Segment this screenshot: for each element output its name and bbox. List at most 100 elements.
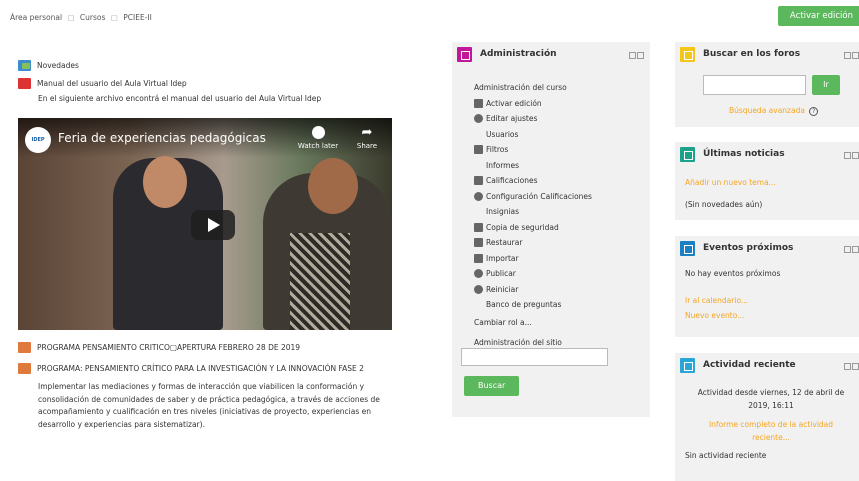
admin-item-settings[interactable]: Editar ajustes bbox=[474, 111, 592, 127]
collapse-icon[interactable] bbox=[852, 152, 859, 159]
admin-item-switch-role[interactable]: Cambiar rol a... bbox=[474, 313, 592, 333]
full-report-link[interactable]: Informe completo de la actividad recient… bbox=[695, 418, 847, 444]
admin-item-label: Importar bbox=[486, 253, 519, 263]
activity-since-text: Actividad desde viernes, 12 de abril de … bbox=[697, 388, 845, 410]
video-title[interactable]: Feria de experiencias pedagógicas bbox=[58, 131, 266, 145]
program-label-2: PROGRAMA: PENSAMIENTO CRÍTICO PARA LA IN… bbox=[37, 363, 364, 373]
administration-block: Administración Administración del curso … bbox=[452, 42, 650, 417]
forum-search-go-button[interactable]: Ir bbox=[812, 75, 840, 95]
pencil-icon bbox=[474, 98, 483, 108]
new-event-link[interactable]: Nuevo evento... bbox=[685, 311, 744, 320]
admin-item-users[interactable]: Usuarios bbox=[474, 127, 592, 143]
manual-link[interactable]: Manual del usuario del Aula Virtual Idep bbox=[18, 76, 398, 90]
dock-icon[interactable] bbox=[844, 246, 851, 253]
program-link-1[interactable]: PROGRAMA PENSAMIENTO CRITICO▢APERTURA FE… bbox=[18, 340, 398, 354]
admin-item-label: Configuración Calificaciones bbox=[486, 191, 592, 201]
gear-icon bbox=[474, 114, 483, 124]
share-icon: ➦ bbox=[361, 125, 373, 140]
admin-item-publish[interactable]: Publicar bbox=[474, 266, 592, 282]
admin-search-input[interactable] bbox=[461, 348, 608, 366]
advanced-search-label: Búsqueda avanzada bbox=[729, 106, 805, 115]
breadcrumb-courses[interactable]: Cursos bbox=[80, 13, 105, 22]
upcoming-events-block: Eventos próximos No hay eventos próximos… bbox=[675, 236, 859, 337]
breadcrumb-course[interactable]: PCIEE-II bbox=[123, 13, 152, 22]
admin-item-backup[interactable]: Copia de seguridad bbox=[474, 220, 592, 236]
breadcrumb-home[interactable]: Área personal bbox=[10, 13, 62, 22]
breadcrumb: Área personal ▢ Cursos ▢ PCIEE-II bbox=[10, 13, 155, 22]
block-header: Actividad reciente bbox=[675, 353, 859, 379]
admin-item-label: Copia de seguridad bbox=[486, 222, 559, 232]
admin-item-filters[interactable]: Filtros bbox=[474, 142, 592, 158]
block-controls[interactable] bbox=[843, 246, 859, 253]
admin-search-button[interactable]: Buscar bbox=[464, 376, 520, 396]
dock-icon[interactable] bbox=[629, 52, 636, 59]
no-news-text: (Sin novedades aún) bbox=[685, 200, 763, 209]
collapse-icon[interactable] bbox=[852, 246, 859, 253]
block-icon bbox=[680, 358, 695, 373]
manual-description: En el siguiente archivo encontrá el manu… bbox=[38, 94, 322, 103]
forum-search-input[interactable] bbox=[703, 75, 806, 95]
calendar-link[interactable]: Ir al calendario... bbox=[685, 296, 748, 305]
play-icon[interactable] bbox=[191, 210, 235, 240]
help-icon[interactable]: ? bbox=[809, 107, 819, 116]
share-button[interactable]: ➦ Share bbox=[352, 126, 382, 150]
block-icon bbox=[680, 241, 695, 256]
upload-icon bbox=[474, 222, 483, 232]
channel-logo[interactable]: IDEP bbox=[25, 127, 51, 153]
advanced-search-link[interactable]: Búsqueda avanzada ? bbox=[729, 106, 819, 116]
program-link-2[interactable]: PROGRAMA: PENSAMIENTO CRÍTICO PARA LA IN… bbox=[18, 361, 398, 375]
admin-item-label: Reiniciar bbox=[486, 284, 519, 294]
admin-item-course[interactable]: Administración del curso bbox=[474, 80, 592, 96]
block-controls[interactable] bbox=[843, 363, 859, 370]
no-events-text: No hay eventos próximos bbox=[685, 269, 781, 278]
refresh-icon bbox=[474, 284, 483, 294]
admin-item-label: Filtros bbox=[486, 145, 509, 155]
admin-item-question-bank[interactable]: Banco de preguntas bbox=[474, 297, 592, 313]
admin-item-reports[interactable]: Informes bbox=[474, 158, 592, 174]
block-title: Actividad reciente bbox=[703, 360, 796, 370]
admin-item-label: Editar ajustes bbox=[486, 114, 538, 124]
watch-later-button[interactable]: Watch later bbox=[294, 126, 342, 150]
clock-icon bbox=[311, 126, 325, 139]
manual-label: Manual del usuario del Aula Virtual Idep bbox=[37, 78, 187, 88]
dock-icon[interactable] bbox=[844, 52, 851, 59]
block-title: Eventos próximos bbox=[703, 243, 794, 253]
admin-item-badges[interactable]: Insignias bbox=[474, 204, 592, 220]
block-controls[interactable] bbox=[843, 52, 859, 59]
activate-editing-button[interactable]: Activar edición bbox=[777, 6, 859, 26]
watch-later-label: Watch later bbox=[297, 142, 339, 150]
dock-icon[interactable] bbox=[844, 152, 851, 159]
download-icon bbox=[474, 238, 483, 248]
block-icon bbox=[457, 47, 472, 62]
admin-item-reset[interactable]: Reiniciar bbox=[474, 282, 592, 298]
pdf-icon bbox=[18, 77, 31, 89]
admin-item-label: Restaurar bbox=[486, 238, 523, 248]
admin-item-import[interactable]: Importar bbox=[474, 251, 592, 267]
dock-icon[interactable] bbox=[844, 363, 851, 370]
file-icon bbox=[18, 362, 31, 374]
upload-icon bbox=[474, 253, 483, 263]
forum-search-block: Buscar en los foros Ir Búsqueda avanzada… bbox=[675, 42, 859, 127]
collapse-icon[interactable] bbox=[852, 363, 859, 370]
news-forum-link[interactable]: Novedades bbox=[18, 58, 398, 72]
admin-item-grade-settings[interactable]: Configuración Calificaciones bbox=[474, 189, 592, 205]
table-icon bbox=[474, 176, 483, 186]
admin-item-label: Publicar bbox=[486, 269, 516, 279]
no-activity-text: Sin actividad reciente bbox=[685, 451, 767, 460]
program-description: Implementar las mediaciones y formas de … bbox=[38, 382, 380, 429]
admin-item-edit[interactable]: Activar edición bbox=[474, 96, 592, 112]
block-icon bbox=[680, 47, 695, 62]
thumbnail-poncho bbox=[290, 233, 350, 330]
filter-icon bbox=[474, 145, 483, 155]
block-controls[interactable] bbox=[843, 152, 859, 159]
admin-item-grades[interactable]: Calificaciones bbox=[474, 173, 592, 189]
block-title: Administración bbox=[480, 49, 557, 59]
add-topic-link[interactable]: Añadir un nuevo tema... bbox=[685, 178, 776, 187]
collapse-icon[interactable] bbox=[852, 52, 859, 59]
video-player[interactable]: IDEP Feria de experiencias pedagógicas W… bbox=[18, 118, 392, 330]
block-title: Buscar en los foros bbox=[703, 49, 801, 59]
collapse-icon[interactable] bbox=[637, 52, 644, 59]
globe-icon bbox=[474, 269, 483, 279]
admin-item-restore[interactable]: Restaurar bbox=[474, 235, 592, 251]
block-controls[interactable] bbox=[628, 52, 644, 59]
